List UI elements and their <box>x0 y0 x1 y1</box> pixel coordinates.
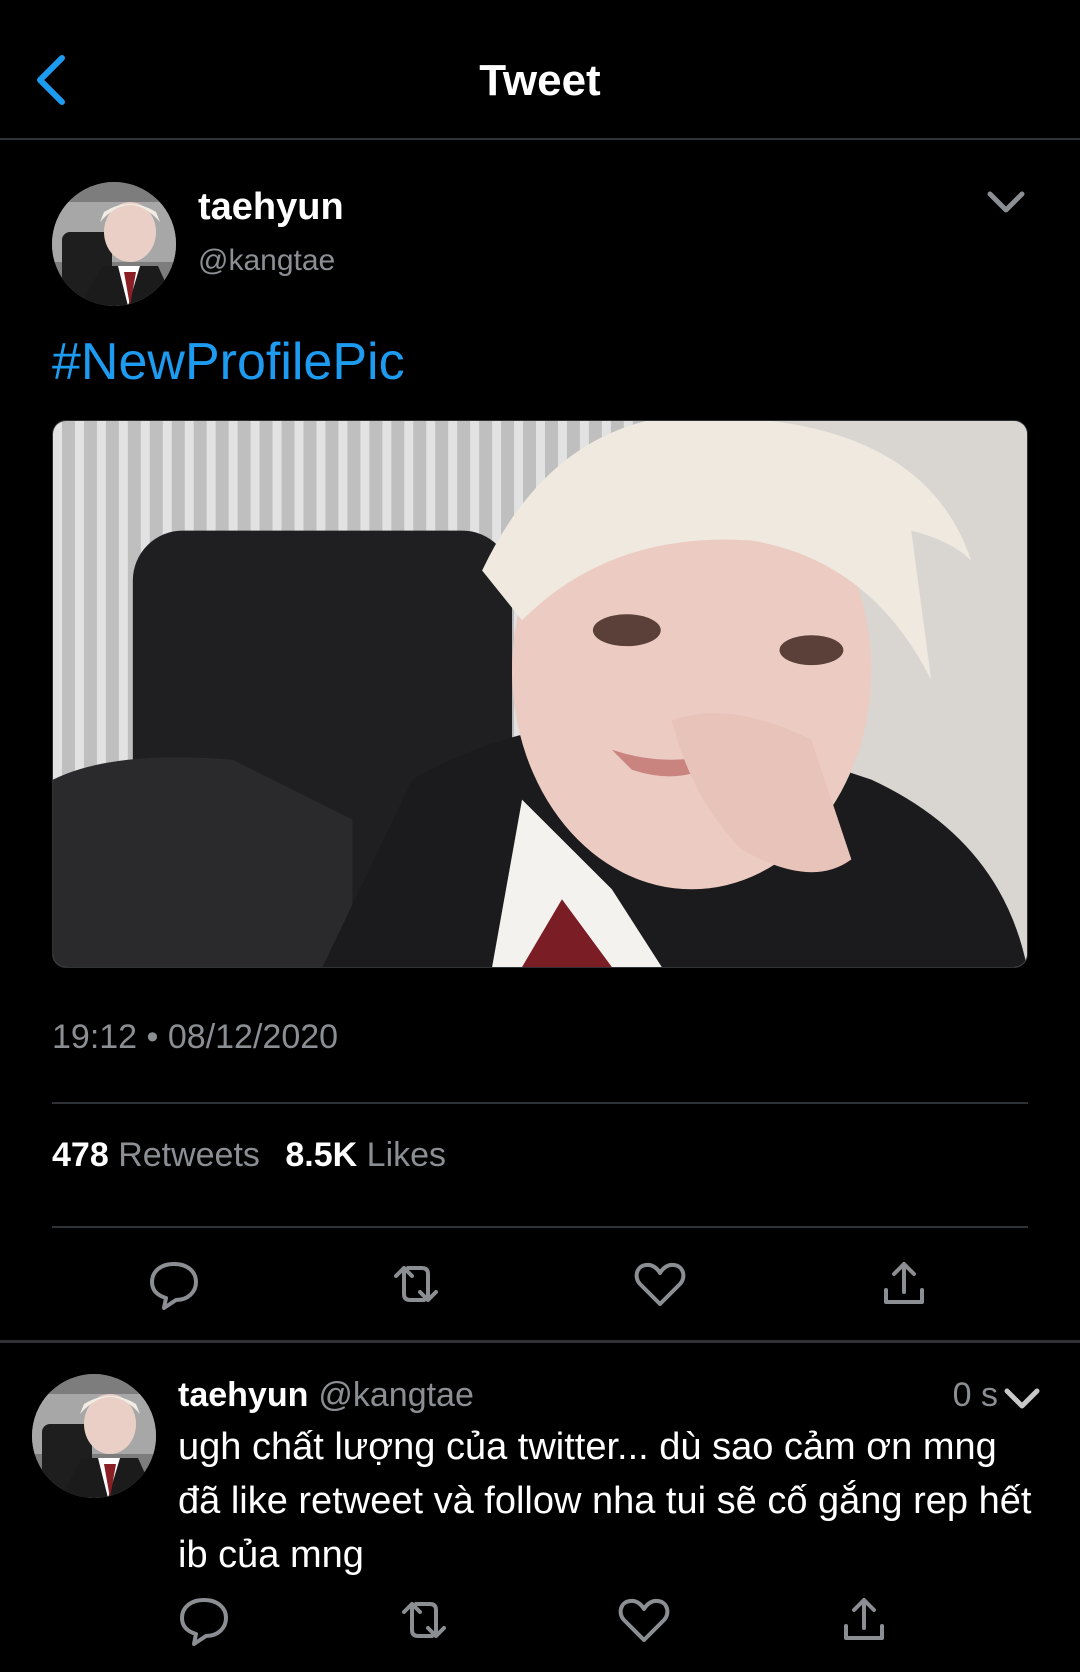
reply-icon <box>150 1262 198 1310</box>
avatar[interactable] <box>52 182 176 306</box>
reply-retweet-button[interactable] <box>394 1590 454 1650</box>
share-icon <box>884 1262 924 1304</box>
like-button[interactable] <box>630 1254 690 1314</box>
divider <box>52 1226 1028 1228</box>
chevron-down-icon <box>1004 1388 1040 1409</box>
section-separator <box>0 1340 1080 1343</box>
reply-share-button[interactable] <box>834 1590 894 1650</box>
engagement-stats: 478 Retweets 8.5K Likes <box>52 1136 462 1175</box>
retweet-count[interactable]: 478 <box>52 1136 109 1174</box>
author-handle[interactable]: @kangtae <box>198 244 335 278</box>
retweet-icon <box>394 1266 438 1302</box>
hashtag-link[interactable]: #NewProfilePic <box>52 332 405 392</box>
reply-author-name[interactable]: taehyun <box>178 1376 308 1414</box>
profile-photo <box>52 182 176 306</box>
tweet-timestamp: 19:12 • 08/12/2020 <box>52 1018 339 1056</box>
photo-image <box>53 421 1027 967</box>
reply-button[interactable] <box>144 1254 204 1314</box>
top-bar: Tweet <box>0 0 1080 140</box>
like-label[interactable]: Likes <box>367 1136 446 1174</box>
tweet-options-button[interactable] <box>984 186 1028 216</box>
divider <box>52 1102 1028 1104</box>
retweet-icon <box>402 1602 446 1638</box>
reply-options-button[interactable] <box>1002 1384 1042 1412</box>
share-icon <box>844 1598 884 1640</box>
retweet-label[interactable]: Retweets <box>118 1136 260 1174</box>
reply-like-button[interactable] <box>614 1590 674 1650</box>
share-button[interactable] <box>874 1254 934 1314</box>
like-icon <box>618 1598 670 1642</box>
retweet-button[interactable] <box>386 1254 446 1314</box>
reply-avatar[interactable] <box>32 1374 156 1498</box>
page-title: Tweet <box>479 56 601 105</box>
author-name[interactable]: taehyun <box>198 186 344 229</box>
chevron-down-icon <box>987 191 1025 213</box>
reply-author-handle[interactable]: @kangtae <box>318 1376 474 1414</box>
reply-icon <box>180 1598 228 1646</box>
reply-reply-button[interactable] <box>174 1590 234 1650</box>
reply-time: 0 s <box>952 1376 998 1414</box>
reply-header: taehyun @kangtae <box>178 1376 474 1415</box>
tweet-photo[interactable] <box>52 420 1028 968</box>
like-count[interactable]: 8.5K <box>285 1136 357 1174</box>
profile-photo <box>32 1374 156 1498</box>
like-icon <box>634 1262 686 1306</box>
reply-text: ugh chất lượng của twitter... dù sao cảm… <box>178 1426 1032 1576</box>
